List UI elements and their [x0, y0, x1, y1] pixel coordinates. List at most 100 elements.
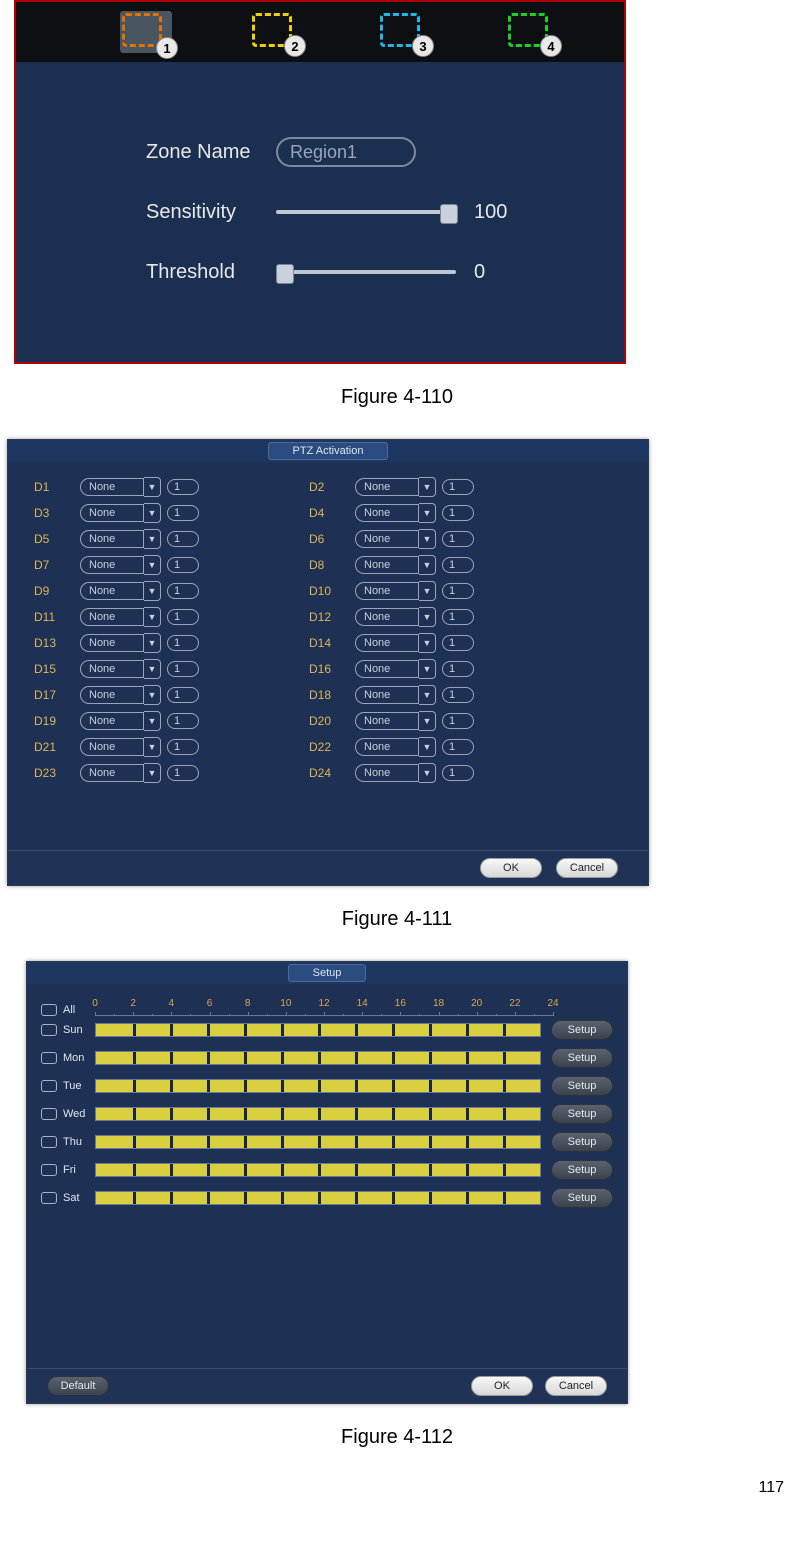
- day-checkbox[interactable]: [41, 1024, 57, 1036]
- chevron-down-icon[interactable]: ▼: [419, 581, 436, 601]
- chevron-down-icon[interactable]: ▼: [419, 633, 436, 653]
- ptz-preset-input[interactable]: 1: [167, 479, 199, 495]
- ptz-preset-input[interactable]: 1: [442, 687, 474, 703]
- ptz-option-select[interactable]: None: [355, 582, 419, 600]
- chevron-down-icon[interactable]: ▼: [144, 711, 161, 731]
- ptz-option-select[interactable]: None: [355, 556, 419, 574]
- ptz-preset-input[interactable]: 1: [442, 505, 474, 521]
- ptz-preset-input[interactable]: 1: [167, 739, 199, 755]
- ptz-option-select[interactable]: None: [80, 686, 144, 704]
- ptz-option-select[interactable]: None: [355, 504, 419, 522]
- ptz-option-select[interactable]: None: [80, 660, 144, 678]
- chevron-down-icon[interactable]: ▼: [419, 529, 436, 549]
- ptz-option-select[interactable]: None: [80, 712, 144, 730]
- day-checkbox[interactable]: [41, 1108, 57, 1120]
- zone-tab-4[interactable]: 4: [508, 13, 556, 51]
- day-setup-button[interactable]: Setup: [551, 1160, 613, 1180]
- ptz-preset-input[interactable]: 1: [442, 609, 474, 625]
- chevron-down-icon[interactable]: ▼: [144, 737, 161, 757]
- day-timeline[interactable]: [95, 1191, 541, 1205]
- ptz-cancel-button[interactable]: Cancel: [556, 858, 618, 878]
- ptz-option-select[interactable]: None: [80, 556, 144, 574]
- ptz-ok-button[interactable]: OK: [480, 858, 542, 878]
- ptz-preset-input[interactable]: 1: [167, 531, 199, 547]
- ptz-preset-input[interactable]: 1: [167, 583, 199, 599]
- sensitivity-slider[interactable]: [276, 202, 456, 222]
- threshold-slider[interactable]: [276, 262, 456, 282]
- ptz-preset-input[interactable]: 1: [167, 661, 199, 677]
- day-timeline[interactable]: [95, 1135, 541, 1149]
- zone-tab-3[interactable]: 3: [380, 13, 428, 51]
- sched-cancel-button[interactable]: Cancel: [545, 1376, 607, 1396]
- chevron-down-icon[interactable]: ▼: [419, 503, 436, 523]
- ptz-preset-input[interactable]: 1: [442, 739, 474, 755]
- ptz-option-select[interactable]: None: [355, 738, 419, 756]
- chevron-down-icon[interactable]: ▼: [144, 607, 161, 627]
- ptz-option-select[interactable]: None: [80, 634, 144, 652]
- day-timeline[interactable]: [95, 1107, 541, 1121]
- ptz-preset-input[interactable]: 1: [167, 713, 199, 729]
- sched-ok-button[interactable]: OK: [471, 1376, 533, 1396]
- chevron-down-icon[interactable]: ▼: [419, 737, 436, 757]
- ptz-option-select[interactable]: None: [80, 530, 144, 548]
- day-checkbox[interactable]: [41, 1192, 57, 1204]
- day-setup-button[interactable]: Setup: [551, 1132, 613, 1152]
- ptz-preset-input[interactable]: 1: [167, 505, 199, 521]
- day-setup-button[interactable]: Setup: [551, 1020, 613, 1040]
- ptz-option-select[interactable]: None: [355, 530, 419, 548]
- zone-tab-2[interactable]: 2: [252, 13, 300, 51]
- ptz-option-select[interactable]: None: [80, 504, 144, 522]
- chevron-down-icon[interactable]: ▼: [144, 581, 161, 601]
- chevron-down-icon[interactable]: ▼: [144, 555, 161, 575]
- day-checkbox[interactable]: [41, 1080, 57, 1092]
- day-checkbox[interactable]: [41, 1164, 57, 1176]
- ptz-option-select[interactable]: None: [355, 764, 419, 782]
- chevron-down-icon[interactable]: ▼: [144, 685, 161, 705]
- day-timeline[interactable]: [95, 1079, 541, 1093]
- ptz-preset-input[interactable]: 1: [167, 765, 199, 781]
- all-checkbox[interactable]: [41, 1004, 57, 1016]
- chevron-down-icon[interactable]: ▼: [419, 711, 436, 731]
- chevron-down-icon[interactable]: ▼: [419, 659, 436, 679]
- day-setup-button[interactable]: Setup: [551, 1188, 613, 1208]
- ptz-option-select[interactable]: None: [80, 478, 144, 496]
- day-timeline[interactable]: [95, 1163, 541, 1177]
- ptz-option-select[interactable]: None: [355, 634, 419, 652]
- ptz-preset-input[interactable]: 1: [442, 661, 474, 677]
- day-timeline[interactable]: [95, 1051, 541, 1065]
- ptz-preset-input[interactable]: 1: [442, 479, 474, 495]
- ptz-option-select[interactable]: None: [355, 686, 419, 704]
- ptz-option-select[interactable]: None: [80, 582, 144, 600]
- ptz-preset-input[interactable]: 1: [442, 583, 474, 599]
- chevron-down-icon[interactable]: ▼: [144, 659, 161, 679]
- chevron-down-icon[interactable]: ▼: [144, 633, 161, 653]
- chevron-down-icon[interactable]: ▼: [144, 763, 161, 783]
- day-setup-button[interactable]: Setup: [551, 1048, 613, 1068]
- ptz-option-select[interactable]: None: [355, 608, 419, 626]
- ptz-preset-input[interactable]: 1: [167, 557, 199, 573]
- ptz-preset-input[interactable]: 1: [442, 765, 474, 781]
- day-setup-button[interactable]: Setup: [551, 1104, 613, 1124]
- ptz-preset-input[interactable]: 1: [167, 635, 199, 651]
- chevron-down-icon[interactable]: ▼: [419, 477, 436, 497]
- ptz-option-select[interactable]: None: [355, 478, 419, 496]
- zone-name-input[interactable]: Region1: [276, 137, 416, 167]
- chevron-down-icon[interactable]: ▼: [419, 763, 436, 783]
- day-checkbox[interactable]: [41, 1136, 57, 1148]
- ptz-option-select[interactable]: None: [80, 608, 144, 626]
- default-button[interactable]: Default: [47, 1376, 109, 1396]
- ptz-preset-input[interactable]: 1: [442, 635, 474, 651]
- day-checkbox[interactable]: [41, 1052, 57, 1064]
- ptz-preset-input[interactable]: 1: [442, 713, 474, 729]
- ptz-option-select[interactable]: None: [80, 764, 144, 782]
- ptz-option-select[interactable]: None: [355, 660, 419, 678]
- day-timeline[interactable]: [95, 1023, 541, 1037]
- chevron-down-icon[interactable]: ▼: [144, 477, 161, 497]
- chevron-down-icon[interactable]: ▼: [419, 685, 436, 705]
- chevron-down-icon[interactable]: ▼: [144, 503, 161, 523]
- zone-tab-1[interactable]: 1: [120, 11, 172, 53]
- ptz-preset-input[interactable]: 1: [442, 557, 474, 573]
- ptz-preset-input[interactable]: 1: [442, 531, 474, 547]
- ptz-preset-input[interactable]: 1: [167, 609, 199, 625]
- ptz-preset-input[interactable]: 1: [167, 687, 199, 703]
